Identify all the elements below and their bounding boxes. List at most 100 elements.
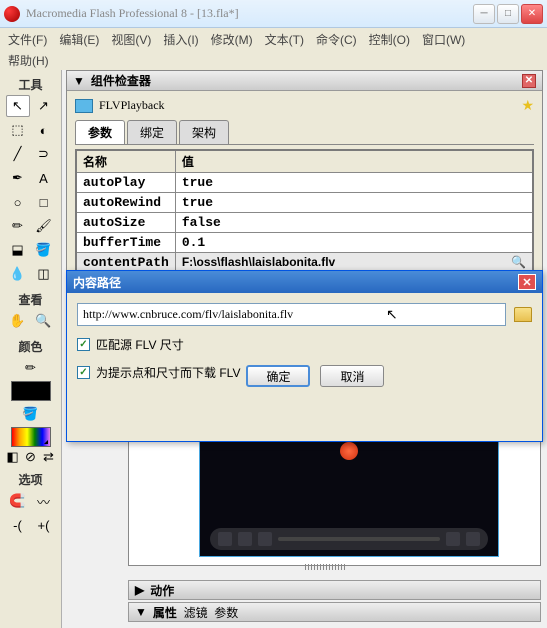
pencil-tool[interactable]: ✏ — [6, 215, 30, 237]
rectangle-tool[interactable]: □ — [32, 191, 56, 213]
toolbox-tools-label: 工具 — [18, 76, 42, 93]
dialog-close-button[interactable]: ✕ — [518, 274, 536, 290]
prev-button[interactable] — [238, 532, 252, 546]
stage[interactable] — [128, 436, 541, 566]
flv-player-instance[interactable] — [199, 437, 499, 557]
actions-panel-header[interactable]: ▶ 动作 — [128, 580, 541, 600]
menu-commands[interactable]: 命令(C) — [312, 29, 361, 50]
window-title: Macromedia Flash Professional 8 - [13.fl… — [26, 6, 473, 21]
dialog-title-text: 内容路径 — [73, 274, 121, 291]
table-row: autoPlaytrue — [76, 173, 533, 193]
hand-tool[interactable]: ✋ — [6, 310, 30, 332]
close-button[interactable]: ✕ — [521, 4, 543, 24]
tab-schema[interactable]: 架构 — [179, 120, 229, 144]
swap-colors-button[interactable]: ⇄ — [41, 449, 57, 465]
stroke-color-icon: ✏ — [19, 357, 43, 379]
menu-control[interactable]: 控制(O) — [365, 29, 414, 50]
snap-tool[interactable]: 🧲 — [6, 490, 30, 512]
straighten-tool[interactable]: -( — [6, 514, 30, 536]
component-icon — [75, 99, 93, 113]
ok-button[interactable]: 确定 — [246, 365, 310, 387]
app-icon — [4, 6, 20, 22]
no-color-button[interactable]: ⊘ — [23, 449, 39, 465]
selection-tool[interactable]: ↖ — [6, 95, 30, 117]
menu-help[interactable]: 帮助(H) — [8, 52, 49, 69]
next-button[interactable] — [258, 532, 272, 546]
paint-bucket-tool[interactable]: 🪣 — [32, 239, 56, 261]
content-path-input[interactable] — [77, 303, 506, 326]
subselection-tool[interactable]: ↗ — [32, 95, 56, 117]
panel-grip[interactable] — [305, 564, 345, 570]
inspector-close-button[interactable]: ✕ — [522, 74, 536, 88]
collapse-icon: ▼ — [73, 74, 85, 88]
tab-params[interactable]: 参数 — [75, 120, 125, 144]
menubar-row2: 帮助(H) — [0, 50, 547, 70]
properties-label: 属性 — [153, 604, 177, 621]
menu-edit[interactable]: 编辑(E) — [55, 29, 103, 50]
header-name: 名称 — [76, 150, 175, 173]
fill-color-icon: 🪣 — [19, 403, 43, 425]
stroke-color[interactable] — [11, 381, 51, 401]
cancel-button[interactable]: 取消 — [320, 365, 384, 387]
oval-tool[interactable]: ○ — [6, 191, 30, 213]
maximize-button[interactable]: □ — [497, 4, 519, 24]
toolbox: 工具 ↖ ↗ ⬚ ◐ ╱ ⊃ ✒ A ○ □ ✏ 🖌 ⬓ 🪣 💧 ◫ 查看 ✋ … — [0, 70, 62, 628]
text-tool[interactable]: A — [32, 167, 56, 189]
smooth-tool[interactable]: 〰 — [32, 490, 56, 512]
play-button[interactable] — [218, 532, 232, 546]
content-path-dialog: 内容路径 ✕ ✓ 匹配源 FLV 尺寸 ✓ 为提示点和尺寸而下载 FLV 确定 — [66, 270, 543, 442]
favorite-icon[interactable]: ★ — [521, 97, 534, 114]
window-titlebar: Macromedia Flash Professional 8 - [13.fl… — [0, 0, 547, 28]
dialog-titlebar[interactable]: 内容路径 ✕ — [67, 271, 542, 293]
ink-bottle-tool[interactable]: ⬓ — [6, 239, 30, 261]
flash-logo-icon — [340, 442, 358, 460]
match-source-label: 匹配源 FLV 尺寸 — [96, 336, 184, 353]
menu-text[interactable]: 文本(T) — [261, 29, 308, 50]
menu-insert[interactable]: 插入(I) — [159, 29, 202, 50]
pen-tool[interactable]: ✒ — [6, 167, 30, 189]
option-tool[interactable]: +( — [32, 514, 56, 536]
toolbox-view-label: 查看 — [18, 291, 42, 308]
collapse-icon: ▼ — [135, 605, 147, 619]
inspector-tabs: 参数 绑定 架构 — [75, 120, 534, 145]
tab-bind[interactable]: 绑定 — [127, 120, 177, 144]
zoom-tool[interactable]: 🔍 — [32, 310, 56, 332]
minimize-button[interactable]: ─ — [473, 4, 495, 24]
fullscreen-button[interactable] — [466, 532, 480, 546]
header-value: 值 — [175, 150, 533, 173]
browse-icon[interactable]: 🔍 — [511, 255, 526, 269]
table-row: autoSizefalse — [76, 213, 533, 233]
lasso-tool[interactable]: ⊃ — [32, 143, 56, 165]
line-tool[interactable]: ╱ — [6, 143, 30, 165]
eyedropper-tool[interactable]: 💧 — [6, 263, 30, 285]
volume-button[interactable] — [446, 532, 460, 546]
table-row: bufferTime0.1 — [76, 233, 533, 253]
actions-label: 动作 — [150, 582, 174, 599]
menu-view[interactable]: 视图(V) — [107, 29, 155, 50]
component-name: FLVPlayback — [99, 98, 165, 113]
browse-folder-icon[interactable] — [514, 307, 532, 322]
gradient-tool[interactable]: ◐ — [32, 119, 56, 141]
menu-file[interactable]: 文件(F) — [4, 29, 51, 50]
black-white-button[interactable]: ◧ — [5, 449, 21, 465]
menu-window[interactable]: 窗口(W) — [418, 29, 469, 50]
fill-color[interactable] — [11, 427, 51, 447]
free-transform-tool[interactable]: ⬚ — [6, 119, 30, 141]
toolbox-colors-label: 颜色 — [18, 338, 42, 355]
toolbox-options-label: 选项 — [18, 471, 42, 488]
filters-label: 滤镜 — [184, 604, 208, 621]
download-flv-label: 为提示点和尺寸而下载 FLV — [96, 364, 240, 381]
seek-bar[interactable] — [278, 537, 440, 541]
menubar: 文件(F) 编辑(E) 视图(V) 插入(I) 修改(M) 文本(T) 命令(C… — [0, 28, 547, 50]
inspector-titlebar[interactable]: ▼ 组件检查器 ✕ — [67, 71, 542, 91]
brush-tool[interactable]: 🖌 — [32, 215, 56, 237]
download-flv-checkbox[interactable]: ✓ — [77, 366, 90, 379]
match-source-checkbox[interactable]: ✓ — [77, 338, 90, 351]
eraser-tool[interactable]: ◫ — [32, 263, 56, 285]
menu-modify[interactable]: 修改(M) — [207, 29, 257, 50]
properties-panel-header[interactable]: ▼ 属性 滤镜 参数 — [128, 602, 541, 622]
params-label: 参数 — [214, 604, 238, 621]
inspector-title-text: 组件检查器 — [91, 72, 151, 89]
expand-icon: ▶ — [135, 583, 144, 597]
table-row: autoRewindtrue — [76, 193, 533, 213]
